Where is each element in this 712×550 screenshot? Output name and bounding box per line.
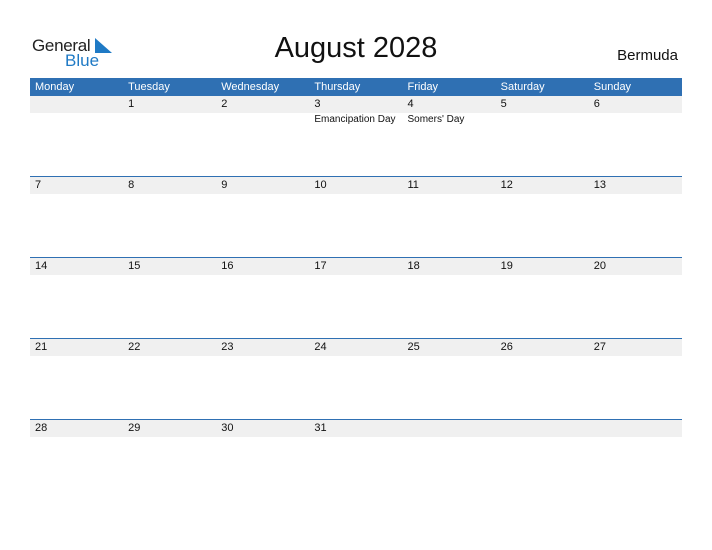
day-number: 14 <box>35 260 48 272</box>
week-row: 7 8 9 10 11 12 13 <box>30 176 682 194</box>
holiday-label <box>216 113 309 127</box>
day-number: 30 <box>221 422 234 434</box>
weekday-saturday: Saturday <box>500 81 545 93</box>
date-bar: 1 2 3 4 5 6 <box>30 96 682 113</box>
weekday-wednesday: Wednesday <box>221 81 280 93</box>
calendar-title: August 2028 <box>274 32 438 64</box>
weekday-header: Monday Tuesday Wednesday Thursday Friday… <box>30 78 682 96</box>
day-number: 6 <box>593 98 600 110</box>
day-number: 21 <box>35 341 48 353</box>
weekday-thursday: Thursday <box>314 81 361 93</box>
day-number: 20 <box>593 260 606 272</box>
day-number: 17 <box>314 260 327 272</box>
day-number <box>589 420 682 437</box>
day-number: 31 <box>314 422 327 434</box>
day-number: 16 <box>221 260 234 272</box>
day-number: 1 <box>128 98 135 110</box>
weekday-friday: Friday <box>407 81 439 93</box>
day-number: 4 <box>407 98 414 110</box>
day-number <box>30 96 123 113</box>
date-bar: 21 22 23 24 25 26 27 <box>30 339 682 356</box>
day-number: 5 <box>500 98 507 110</box>
day-number: 10 <box>314 179 327 191</box>
day-number: 8 <box>128 179 135 191</box>
day-number: 24 <box>314 341 327 353</box>
week-row: 28 29 30 31 <box>30 419 682 437</box>
date-bar: 14 15 16 17 18 19 20 <box>30 258 682 275</box>
holiday-label <box>123 113 216 127</box>
day-number: 22 <box>128 341 141 353</box>
day-number: 7 <box>35 179 42 191</box>
holiday-label: Somers' Day <box>407 114 465 125</box>
day-number: 25 <box>407 341 420 353</box>
date-bar: 28 29 30 31 <box>30 420 682 437</box>
day-number: 27 <box>593 341 606 353</box>
day-number: 26 <box>500 341 513 353</box>
week-row: 21 22 23 24 25 26 27 <box>30 338 682 356</box>
day-number <box>403 420 496 437</box>
week-row: 14 15 16 17 18 19 20 <box>30 257 682 275</box>
day-number: 2 <box>221 98 228 110</box>
weekday-monday: Monday <box>35 81 75 93</box>
day-number: 19 <box>500 260 513 272</box>
holiday-label <box>589 113 682 127</box>
day-number: 13 <box>593 179 606 191</box>
holiday-label: Emancipation Day <box>314 114 396 125</box>
weekday-sunday: Sunday <box>593 81 632 93</box>
day-number: 15 <box>128 260 141 272</box>
day-number <box>496 420 589 437</box>
day-number: 12 <box>500 179 513 191</box>
day-number: 23 <box>221 341 234 353</box>
weekday-tuesday: Tuesday <box>128 81 170 93</box>
week-row: 1 2 3 4 5 6 Emancipation Day Somers' Day <box>30 96 682 127</box>
country-label: Bermuda <box>617 47 678 64</box>
holiday-label <box>30 113 123 127</box>
date-bar: 7 8 9 10 11 12 13 <box>30 177 682 194</box>
day-number: 9 <box>221 179 228 191</box>
day-number: 28 <box>35 422 48 434</box>
day-number: 11 <box>407 179 419 191</box>
day-number: 3 <box>314 98 321 110</box>
holiday-row: Emancipation Day Somers' Day <box>30 113 682 127</box>
day-number: 29 <box>128 422 141 434</box>
holiday-label <box>496 113 589 127</box>
day-number: 18 <box>407 260 420 272</box>
